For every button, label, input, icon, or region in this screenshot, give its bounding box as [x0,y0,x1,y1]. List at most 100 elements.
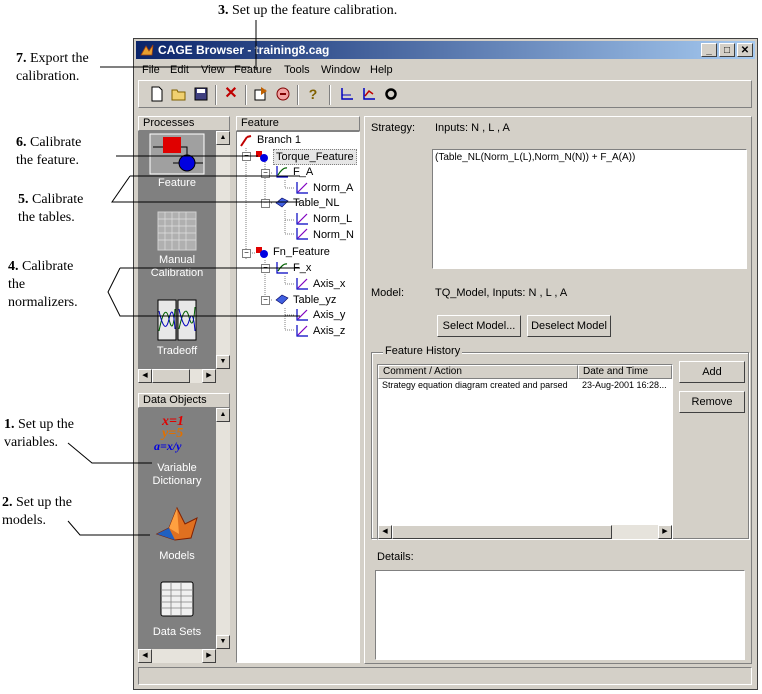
model-value: TQ_Model, Inputs: N , L , A [435,287,568,299]
processes-hscrollbar[interactable]: ◀ ▶ [138,369,216,383]
menu-file[interactable]: File [142,64,160,76]
menu-bar: File Edit View Feature Tools Window Help [136,61,755,79]
col-comment-action[interactable]: Comment / Action [378,365,578,379]
scroll-left-arrow[interactable]: ◀ [138,649,152,663]
close-button[interactable]: ✕ [737,43,753,57]
toolbar-separator [297,85,299,105]
scroll-left-arrow[interactable]: ◀ [138,369,152,383]
circle-icon[interactable] [381,84,401,104]
feature-history-table: Comment / Action Date and Time Strategy … [377,364,673,540]
normalizer-icon [296,213,308,225]
menu-feature[interactable]: Feature [234,64,272,76]
window-title: CAGE Browser - training8.cag [158,43,330,57]
menu-view[interactable]: View [201,64,225,76]
scroll-right-arrow[interactable]: ▶ [202,369,216,383]
cage-browser-window: CAGE Browser - training8.cag _ □ ✕ File … [133,38,758,690]
scroll-thumb[interactable] [392,525,612,539]
feature-process-item[interactable]: Feature [138,133,216,191]
tree-node-f-a[interactable]: F_A [293,165,313,179]
menu-help[interactable]: Help [370,64,393,76]
matlab-logo-icon [140,44,154,56]
normalizer-icon [296,325,308,337]
scroll-right-arrow[interactable]: ▶ [202,649,216,663]
function-icon [276,166,288,178]
variable-dictionary-icon: x=1 y=5 a=x/y [154,414,184,453]
open-folder-icon[interactable] [169,84,189,104]
minimize-button[interactable]: _ [701,43,717,57]
collapse-toggle[interactable]: − [261,264,270,273]
models-item[interactable]: Models [138,504,216,570]
tree-node-f-x[interactable]: F_x [293,261,311,275]
remove-button[interactable]: Remove [679,391,745,413]
feature-node-icon [256,247,268,258]
strategy-equation-box[interactable]: (Table_NL(Norm_L(L),Norm_N(N)) + F_A(A)) [432,149,747,269]
history-date: 23-Aug-2001 16:28... [582,380,667,390]
scroll-up-arrow[interactable]: ▲ [216,131,230,145]
menu-window[interactable]: Window [321,64,360,76]
processes-vscrollbar[interactable]: ▲ ▼ [216,131,230,369]
data-objects-hscrollbar[interactable]: ◀ ▶ [138,649,216,663]
tradeoff-label: Tradeoff [156,345,198,357]
table-grid-icon [157,211,197,251]
add-button[interactable]: Add [679,361,745,383]
scroll-right-arrow[interactable]: ▶ [658,525,672,539]
optimize-icon[interactable] [359,84,379,104]
tree-node-axis-x[interactable]: Axis_x [313,277,345,291]
manual-calibration-process-item[interactable]: Manual Calibration [138,211,216,281]
tree-node-table-nl[interactable]: Table_NL [293,196,339,210]
annotation-4: 4. Calibrate the normalizers. [8,259,78,310]
save-icon[interactable] [191,84,211,104]
history-hscrollbar[interactable]: ◀ ▶ [378,525,672,539]
collapse-toggle[interactable]: − [261,199,270,208]
fill-table-icon[interactable] [337,84,357,104]
delete-icon[interactable]: ✕ [221,84,241,104]
title-bar[interactable]: CAGE Browser - training8.cag _ □ ✕ [136,41,755,59]
table-icon [275,197,289,208]
tree-node-torque-feature[interactable]: Torque_Feature [273,149,357,165]
status-bar [138,667,752,685]
new-file-icon[interactable] [147,84,167,104]
deselect-model-button[interactable]: Deselect Model [527,315,611,337]
matlab-membrane-icon [155,506,198,541]
help-icon[interactable]: ? [303,84,323,104]
processes-header: Processes [138,116,230,131]
data-objects-vscrollbar[interactable]: ▲ ▼ [216,408,230,649]
maximize-button[interactable]: □ [719,43,735,57]
data-sets-item[interactable]: Data Sets [138,580,216,646]
tree-node-axis-y[interactable]: Axis_y [313,308,345,322]
tree-node-branch[interactable]: Branch 1 [257,133,301,147]
annotation-7: 7. Export the calibration. [16,51,89,84]
tree-node-norm-a[interactable]: Norm_A [313,181,353,195]
menu-edit[interactable]: Edit [170,64,189,76]
collapse-toggle[interactable]: − [242,152,251,161]
tree-node-norm-n[interactable]: Norm_N [313,228,354,242]
select-model-button[interactable]: Select Model... [437,315,521,337]
scroll-thumb[interactable] [152,369,190,383]
tradeoff-process-item[interactable]: Tradeoff [138,299,216,361]
table-row[interactable]: Strategy equation diagram created and pa… [378,379,672,392]
scroll-left-arrow[interactable]: ◀ [378,525,392,539]
details-label: Details: [377,551,414,563]
toolbar-separator [245,85,247,105]
models-label: Models [159,550,195,562]
feature-history-title: Feature History [383,345,463,357]
collapse-toggle[interactable]: − [261,169,270,178]
tree-node-axis-z[interactable]: Axis_z [313,324,345,338]
variable-dictionary-item[interactable]: x=1 y=5 a=x/y Variable Dictionary [138,414,216,488]
details-box[interactable] [375,570,745,660]
scroll-down-arrow[interactable]: ▼ [216,355,230,369]
export-icon[interactable] [273,84,293,104]
collapse-toggle[interactable]: − [261,296,270,305]
feature-tree-header: Feature [236,116,360,131]
menu-tools[interactable]: Tools [284,64,310,76]
tree-node-norm-l[interactable]: Norm_L [313,212,352,226]
tree-node-fn-feature[interactable]: Fn_Feature [273,245,330,259]
tree-node-table-yz[interactable]: Table_yz [293,293,336,307]
collapse-toggle[interactable]: − [242,249,251,258]
import-icon[interactable] [251,84,271,104]
col-date-time[interactable]: Date and Time [578,365,672,379]
feature-label: Feature [158,177,196,189]
annotation-3: 3. Set up the feature calibration. [218,3,398,18]
scroll-down-arrow[interactable]: ▼ [216,635,230,649]
scroll-up-arrow[interactable]: ▲ [216,408,230,422]
